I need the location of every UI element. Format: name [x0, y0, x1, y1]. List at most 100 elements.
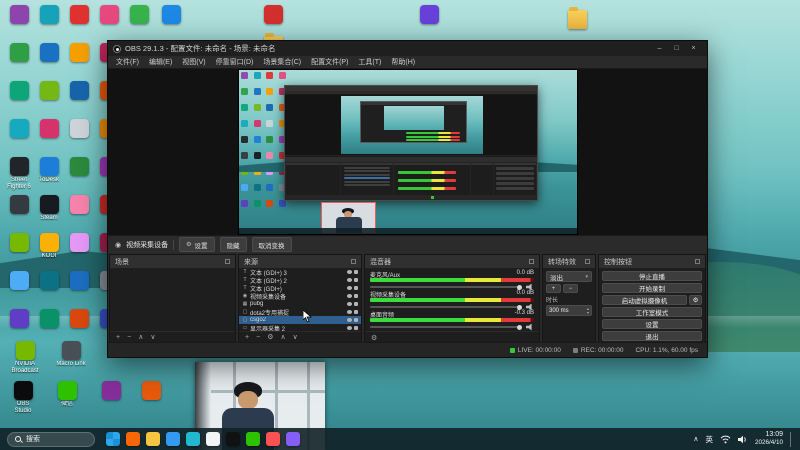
desktop-icon[interactable]: [64, 271, 94, 298]
desktop-icon[interactable]: [258, 5, 288, 32]
slider-handle[interactable]: [517, 304, 522, 310]
desktop-icon[interactable]: [4, 81, 34, 108]
dock-popout-icon[interactable]: [529, 259, 534, 264]
desktop-icon[interactable]: ToDesk: [34, 157, 64, 184]
desktop-icon[interactable]: [64, 157, 94, 184]
desktop-icon[interactable]: [64, 309, 94, 336]
add-transition-button[interactable]: +: [546, 284, 561, 293]
spin-down-icon[interactable]: ▾: [587, 310, 589, 315]
virtual-camera-settings-button[interactable]: ⚙: [689, 295, 702, 305]
desktop-icon[interactable]: [64, 119, 94, 146]
volume-icon[interactable]: [737, 435, 748, 444]
lock-icon[interactable]: [354, 269, 358, 275]
desktop-icon[interactable]: [4, 43, 34, 70]
dock-popout-icon[interactable]: [351, 259, 356, 264]
desktop-icon[interactable]: [136, 381, 166, 408]
menu-item-6[interactable]: 工具(T): [353, 56, 386, 69]
menu-item-2[interactable]: 视图(V): [177, 56, 210, 69]
menu-item-1[interactable]: 编辑(E): [144, 56, 177, 69]
visibility-icon[interactable]: [347, 270, 352, 274]
desktop-icon[interactable]: [64, 233, 94, 260]
dock-popout-icon[interactable]: [225, 259, 230, 264]
desktop-icon[interactable]: [96, 381, 126, 408]
desktop-icon[interactable]: [4, 5, 34, 32]
virtual-camera-button[interactable]: 启动虚拟摄像机: [602, 295, 687, 305]
visibility-icon[interactable]: [347, 310, 352, 314]
start-button[interactable]: [106, 432, 120, 446]
desktop-icon[interactable]: [94, 5, 124, 32]
taskbar-app-icon[interactable]: [286, 432, 300, 446]
desktop-icon[interactable]: NVIDIA Broadcast: [10, 341, 40, 375]
lock-icon[interactable]: [354, 325, 358, 331]
scenes-list[interactable]: [110, 268, 235, 331]
desktop-icon[interactable]: [4, 233, 34, 260]
desktop-icon[interactable]: [64, 5, 94, 32]
desktop-icon[interactable]: KODI: [34, 233, 64, 260]
visibility-icon[interactable]: [347, 318, 352, 322]
close-button[interactable]: ×: [685, 42, 702, 56]
desktop-icon[interactable]: [34, 43, 64, 70]
visibility-icon[interactable]: [347, 286, 352, 290]
taskbar-app-icon[interactable]: [246, 432, 260, 446]
visibility-icon[interactable]: [347, 326, 352, 330]
taskbar-app-icon[interactable]: [226, 432, 240, 446]
taskbar-app-icon[interactable]: [266, 432, 280, 446]
studio-mode-button[interactable]: 工作室模式: [602, 307, 702, 317]
visibility-icon[interactable]: [347, 302, 352, 306]
menu-item-7[interactable]: 帮助(H): [386, 56, 420, 69]
dock-popout-icon[interactable]: [585, 259, 590, 264]
desktop-icon[interactable]: [4, 309, 34, 336]
desktop-icon[interactable]: [156, 5, 186, 32]
preview-canvas[interactable]: [238, 69, 578, 235]
lock-icon[interactable]: [354, 277, 358, 283]
desktop-icon[interactable]: [4, 195, 34, 222]
slider-handle[interactable]: [517, 284, 522, 290]
desktop-icon[interactable]: Street Fighter 6: [4, 157, 34, 191]
desktop-icon[interactable]: 微信: [52, 381, 82, 408]
desktop-icon[interactable]: [64, 195, 94, 222]
desktop-icon[interactable]: [34, 271, 64, 298]
search-box[interactable]: 搜索: [7, 431, 95, 447]
desktop-icon[interactable]: [34, 5, 64, 32]
speaker-icon[interactable]: [526, 323, 532, 331]
stream-button[interactable]: 停止直播: [602, 271, 702, 281]
lock-icon[interactable]: [354, 309, 358, 315]
taskbar-app-icon[interactable]: [166, 432, 180, 446]
taskbar-app-icon[interactable]: [126, 432, 140, 446]
taskbar-app-icon[interactable]: [186, 432, 200, 446]
lock-icon[interactable]: [354, 285, 358, 291]
slider-handle[interactable]: [517, 324, 522, 330]
wifi-icon[interactable]: [720, 435, 731, 444]
lock-icon[interactable]: [354, 293, 358, 299]
clock[interactable]: 13:09 2026/4/10: [755, 431, 783, 447]
desktop-icon[interactable]: [34, 81, 64, 108]
transition-select[interactable]: 淡出 ▾: [546, 271, 592, 282]
remove-transition-button[interactable]: −: [563, 284, 578, 293]
record-button[interactable]: 开始录制: [602, 283, 702, 293]
taskbar-app-icon[interactable]: [206, 432, 220, 446]
tray-chevron-icon[interactable]: ∧: [693, 435, 698, 443]
menu-item-5[interactable]: 配置文件(P): [306, 56, 353, 69]
menu-item-3[interactable]: 停靠窗口(D): [211, 56, 259, 69]
show-desktop-button[interactable]: [790, 431, 793, 447]
desktop-icon[interactable]: [124, 5, 154, 32]
desktop-icon[interactable]: [34, 119, 64, 146]
desktop-icon[interactable]: Steam: [34, 195, 64, 222]
dock-popout-icon[interactable]: [695, 259, 700, 264]
exit-button[interactable]: 退出: [602, 331, 702, 341]
desktop-icon[interactable]: [64, 81, 94, 108]
volume-slider[interactable]: [370, 304, 522, 310]
source-row[interactable]: ▢ dota2专用捕捉: [239, 308, 361, 317]
minimize-button[interactable]: –: [651, 42, 668, 56]
taskbar-app-icon[interactable]: [146, 432, 160, 446]
desktop-icon[interactable]: [4, 271, 34, 298]
mixer-settings-icon[interactable]: ⚙: [371, 334, 377, 342]
lock-icon[interactable]: [354, 317, 358, 323]
settings-button[interactable]: 设置: [602, 319, 702, 329]
source-settings-button[interactable]: ⚙ 设置: [179, 237, 215, 252]
desktop-icon[interactable]: [414, 5, 444, 32]
desktop-icon[interactable]: [64, 43, 94, 70]
visibility-icon[interactable]: [347, 294, 352, 298]
menu-item-4[interactable]: 场景集合(C): [258, 56, 306, 69]
desktop-icon[interactable]: [4, 119, 34, 146]
